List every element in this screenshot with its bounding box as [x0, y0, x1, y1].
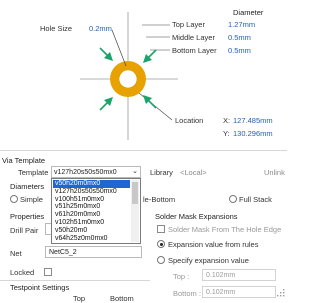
- solder-mask-title: Solder Mask Expansions: [155, 212, 238, 221]
- library-label: Library: [150, 168, 173, 177]
- testpoint-col-top: Top: [73, 294, 86, 303]
- top-expansion-value: 0.102mm: [206, 271, 236, 279]
- locked-label: Locked: [10, 268, 35, 277]
- section-divider: [0, 150, 287, 151]
- bottom-expansion-label: Bottom :: [173, 289, 201, 298]
- diameter-arrow-lower-left: [99, 97, 113, 111]
- via-diagram: Hole Size 0.2mm Diameter Top Layer 1.27m…: [0, 0, 287, 148]
- dropdown-option[interactable]: v51h25m0mx0: [53, 203, 130, 211]
- top-expansion-input[interactable]: 0.102mm: [202, 269, 276, 281]
- dropdown-option[interactable]: v102h51m0mx0: [53, 219, 130, 227]
- testpoint-title: Testpoint Settings: [10, 283, 70, 292]
- dropdown-option[interactable]: v50h20m0: [53, 227, 130, 235]
- testpoint-col-bottom: Bottom: [110, 294, 134, 303]
- properties-title: Properties: [10, 212, 45, 221]
- section-divider: [0, 280, 150, 281]
- chevron-down-icon[interactable]: ⌄: [132, 167, 138, 175]
- dropdown-option[interactable]: v100h51m0mx0: [53, 196, 130, 204]
- bottom-expansion-value: 0.102mm: [206, 288, 236, 296]
- dropdown-scrollbar[interactable]: [131, 180, 139, 242]
- from-rules-radio[interactable]: [157, 240, 165, 248]
- locked-checkbox[interactable]: [44, 268, 52, 276]
- from-rules-label: Expansion value from rules: [168, 240, 259, 249]
- bottom-expansion-input[interactable]: 0.102mm: [202, 286, 276, 298]
- template-dropdown-list[interactable]: v50h20m0mx0 v127h20s50s50mx0 v100h51m0mx…: [51, 178, 141, 244]
- diameter-arrow-upper-left: [99, 47, 113, 61]
- dropdown-option[interactable]: v127h20s50s50mx0: [53, 188, 130, 196]
- template-combobox[interactable]: v127h20s50s50mx0 ⌄: [51, 166, 141, 178]
- net-combobox[interactable]: NetC5_2: [45, 246, 142, 258]
- dropdown-option[interactable]: v50h20m0mx0: [53, 180, 130, 188]
- via-template-title: Via Template: [2, 156, 46, 165]
- simple-label: Simple: [20, 195, 43, 204]
- dropdown-option[interactable]: v61h20m0mx0: [53, 211, 130, 219]
- from-hole-edge-label: Solder Mask From The Hole Edge: [168, 225, 282, 234]
- library-value: <Local>: [180, 168, 207, 177]
- top-middle-bottom-label: le-Bottom: [143, 195, 176, 204]
- drill-pair-label: Drill Pair: [10, 226, 39, 235]
- diameter-arrow-upper-right: [143, 49, 157, 63]
- simple-radio[interactable]: [10, 195, 18, 203]
- template-value: v127h20s50s50mx0: [54, 168, 117, 176]
- resize-grip-icon[interactable]: [276, 288, 286, 298]
- template-label: Template: [18, 168, 49, 177]
- diameter-arrow-lower-right: [143, 95, 157, 109]
- full-stack-radio[interactable]: [229, 195, 237, 203]
- dropdown-option[interactable]: v64h25z0m0mx0: [53, 235, 130, 243]
- net-label: Net: [10, 249, 22, 258]
- specify-value-label: Specify expansion value: [168, 256, 249, 265]
- top-expansion-label: Top :: [173, 272, 190, 281]
- net-value: NetC5_2: [49, 248, 77, 256]
- from-hole-edge-checkbox[interactable]: [157, 225, 165, 233]
- hole-size-leader: [111, 29, 127, 67]
- diameters-title: Diameters: [10, 182, 45, 191]
- full-stack-label: Full Stack: [239, 195, 272, 204]
- dropdown-scrollbar-thumb[interactable]: [132, 182, 138, 204]
- via-drawing: [80, 12, 178, 140]
- unlink-button[interactable]: Unlink: [264, 168, 285, 177]
- specify-value-radio[interactable]: [157, 256, 165, 264]
